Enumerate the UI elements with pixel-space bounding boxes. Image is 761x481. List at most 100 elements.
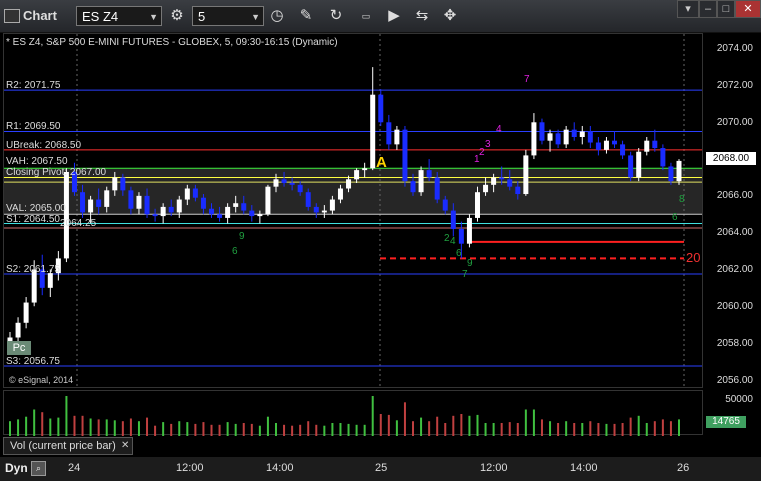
candle-body — [88, 199, 94, 213]
volume-bar — [113, 420, 116, 436]
volume-bar — [331, 423, 334, 436]
candle-body — [636, 151, 642, 178]
volume-bar — [323, 425, 326, 436]
twenty-label: 20 — [686, 250, 701, 265]
interval-settings-icon[interactable]: ⚙ — [167, 6, 187, 26]
volume-bar — [524, 409, 527, 436]
candle-body — [112, 177, 118, 191]
candle-body — [450, 210, 456, 229]
volume-pane[interactable] — [3, 390, 703, 436]
price-tick: 2064.00 — [716, 227, 753, 238]
volume-bar — [170, 423, 173, 436]
candle-body — [555, 133, 561, 145]
price-tick: 2062.00 — [716, 264, 753, 275]
sequence-count: 8 — [679, 194, 685, 205]
candle-plot[interactable]: 123472 46796968 — [4, 34, 703, 388]
volume-bar — [33, 409, 36, 436]
candle-body — [346, 179, 352, 189]
candle-body — [628, 155, 634, 178]
volume-bar — [65, 396, 68, 436]
volume-bar — [315, 424, 318, 436]
candle-body — [362, 168, 368, 171]
volume-bar — [25, 416, 28, 436]
volume-bar — [395, 420, 398, 436]
volume-bar — [283, 424, 286, 436]
copyright: © eSignal, 2014 — [9, 375, 74, 385]
candle-body — [152, 214, 158, 217]
volume-bar — [291, 425, 294, 436]
link-icon[interactable]: ⇆ — [412, 6, 432, 26]
volume-current-tag: 14765 — [706, 416, 746, 428]
volume-bar — [613, 423, 616, 436]
candle-body — [660, 148, 666, 167]
price-tick: 2060.00 — [716, 301, 753, 312]
volume-bar — [57, 417, 60, 436]
price-tick: 2058.00 — [716, 338, 753, 349]
volume-bar — [549, 421, 552, 436]
pencil-icon[interactable]: ✎ — [296, 6, 316, 26]
quote-icon[interactable]: ▭ — [356, 6, 376, 26]
candle-body — [491, 177, 497, 185]
candle-body — [47, 273, 53, 288]
candle-body — [209, 208, 215, 215]
chevron-down-icon[interactable]: ▼ — [149, 7, 158, 27]
price-tick: 2074.00 — [716, 43, 753, 54]
price-chart[interactable]: 12347246796968 * ES Z4, S&P 500 E-MINI F… — [3, 33, 703, 388]
sequence-count: 3 — [485, 139, 491, 150]
volume-bar — [81, 415, 84, 436]
refresh-icon[interactable]: ↻ — [326, 6, 346, 26]
volume-bar — [234, 423, 237, 436]
volume-bar — [266, 416, 269, 436]
time-tick: 25 — [375, 462, 388, 474]
candle-body — [144, 195, 150, 215]
price-tick: 2056.00 — [716, 375, 753, 386]
volume-bar — [516, 423, 519, 436]
close-study-icon[interactable]: ✕ — [121, 440, 129, 451]
candle-body — [652, 140, 658, 149]
candle-body — [128, 190, 134, 209]
volume-bar — [597, 423, 600, 436]
volume-bar — [436, 416, 439, 436]
clock-icon[interactable]: ◷ — [267, 6, 287, 26]
restore-button[interactable]: – — [699, 0, 717, 18]
candle-body — [402, 129, 408, 182]
candle-body — [281, 179, 287, 183]
interval-combo[interactable]: 5 ▼ — [192, 6, 264, 26]
volume-bar — [645, 423, 648, 436]
volume-bar — [460, 414, 463, 436]
volume-bar — [73, 415, 76, 436]
volume-bar — [476, 414, 479, 436]
volume-bar — [492, 423, 495, 436]
volume-bars — [9, 396, 680, 436]
candle-body — [370, 94, 376, 169]
price-axis[interactable]: 2074.00 2072.00 2070.00 2066.00 2064.00 … — [703, 33, 761, 388]
time-axis[interactable]: Dyn ⌕ 24 12:00 14:00 25 12:00 14:00 26 — [0, 457, 761, 481]
candle-body — [313, 206, 319, 213]
candle-body — [257, 214, 263, 217]
candle-body — [63, 171, 69, 259]
chevron-down-icon[interactable]: ▼ — [251, 7, 260, 27]
level-s2: S2: 2061.75 — [6, 264, 60, 275]
play-icon[interactable]: ▶ — [384, 6, 404, 26]
candle-body — [523, 155, 529, 195]
settings-icon[interactable]: ✥ — [440, 6, 460, 26]
time-tick: 12:00 — [176, 462, 204, 474]
symbol-combo[interactable]: ES Z4 ▼ — [76, 6, 162, 26]
candle-body — [297, 184, 303, 193]
volume-bar — [242, 423, 245, 436]
level-s3: S3: 2056.75 — [6, 356, 60, 367]
close-button[interactable]: ✕ — [735, 0, 761, 18]
volume-bar — [444, 423, 447, 436]
price-tick: 2066.00 — [716, 190, 753, 201]
candle-body — [466, 217, 472, 244]
candle-body — [587, 131, 593, 143]
candle-body — [378, 94, 384, 123]
candle-body — [531, 122, 537, 156]
minimize-button[interactable]: ▾ — [677, 0, 699, 18]
volume-bar — [154, 425, 157, 436]
zoom-icon[interactable]: ⌕ — [31, 461, 46, 476]
candle-body — [305, 192, 311, 207]
volume-study-label[interactable]: Vol (current price bar) — [3, 437, 133, 455]
maximize-button[interactable]: □ — [717, 0, 735, 18]
sequence-count: 6 — [672, 212, 678, 223]
